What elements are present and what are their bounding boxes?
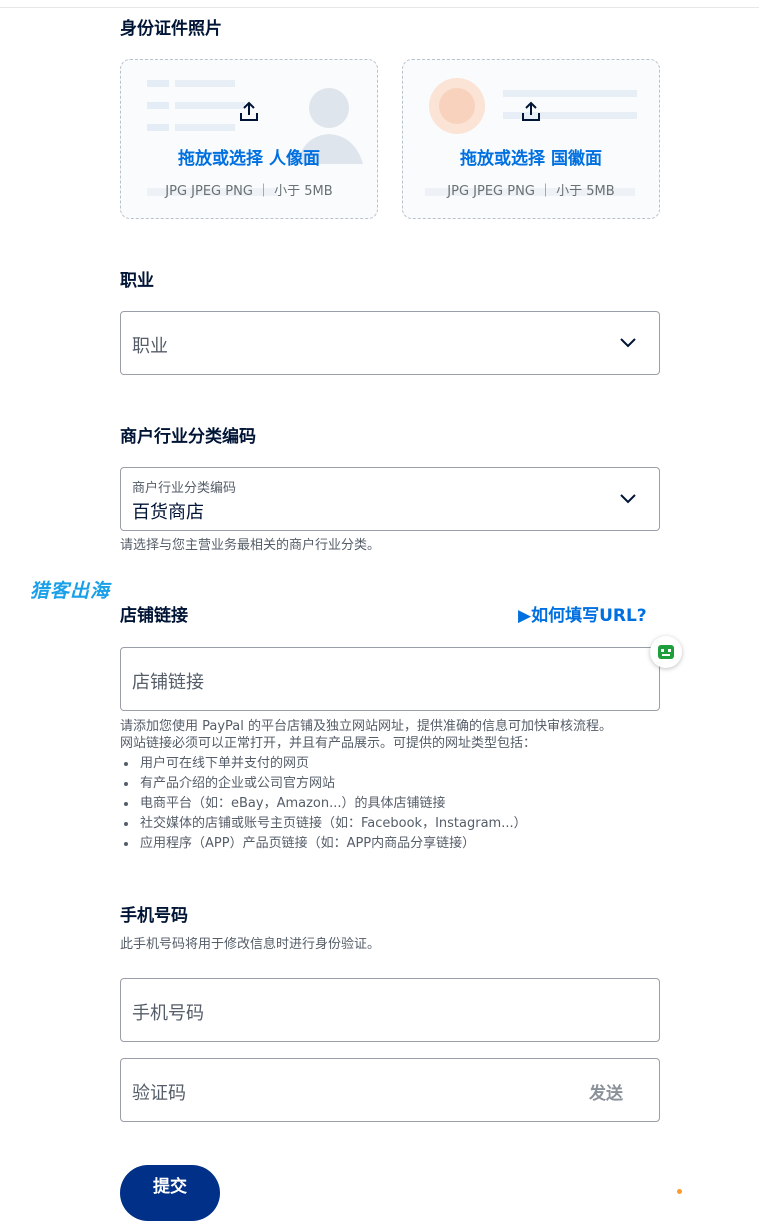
store-helper-line2: 网站链接必须可以正常打开，并且有产品展示。可提供的网址类型包括：	[120, 736, 537, 751]
send-code-button[interactable]: 发送	[589, 1079, 623, 1104]
upload-back-label: 拖放或选择 国徽面	[460, 149, 602, 169]
occupation-title: 职业	[120, 271, 154, 291]
upload-icon	[522, 101, 540, 121]
store-link-input[interactable]: 店铺链接	[120, 647, 660, 711]
decorative-dot	[677, 1189, 682, 1194]
occupation-placeholder: 职业	[132, 336, 168, 357]
verification-code-input[interactable]: 验证码 发送	[120, 1058, 660, 1122]
store-title: 店铺链接	[120, 606, 188, 626]
upload-icon	[240, 101, 258, 121]
chevron-down-icon	[620, 494, 636, 504]
top-divider	[0, 0, 759, 8]
mcc-float-label: 商户行业分类编码	[132, 481, 237, 496]
phone-helper-text: 此手机号码将用于修改信息时进行身份验证。	[120, 937, 381, 952]
phone-title: 手机号码	[120, 906, 188, 926]
store-url-types-list: 用户可在线下单并支付的网页 有产品介绍的企业或公司官方网站 电商平台（如：eBa…	[122, 754, 527, 854]
how-to-fill-url-link[interactable]: ▶如何填写URL?	[518, 601, 647, 626]
verification-code-placeholder: 验证码	[132, 1083, 186, 1104]
upload-front-label: 拖放或选择 人像面	[178, 149, 320, 169]
submit-button[interactable]: 提交	[120, 1165, 220, 1221]
store-link-placeholder: 店铺链接	[132, 672, 204, 693]
upload-front-hint: JPG JPEG PNG ｜ 小于 5MB	[165, 184, 333, 199]
phone-placeholder: 手机号码	[132, 1003, 204, 1024]
store-helper-line1: 请添加您使用 PayPal 的平台店铺及独立网站网址，提供准确的信息可加快审核流…	[120, 719, 613, 734]
robot-icon	[658, 645, 674, 659]
occupation-select[interactable]: 职业	[120, 311, 660, 375]
list-item: 电商平台（如：eBay，Amazon...）的具体店铺链接	[122, 794, 527, 814]
mcc-title: 商户行业分类编码	[120, 427, 256, 447]
list-item: 应用程序（APP）产品页链接（如：APP内商品分享链接）	[122, 834, 527, 854]
watermark-logo: 猎客出海	[30, 580, 111, 602]
upload-front-dropzone[interactable]: 拖放或选择 人像面 JPG JPEG PNG ｜ 小于 5MB	[120, 59, 378, 219]
upload-back-dropzone[interactable]: 拖放或选择 国徽面 JPG JPEG PNG ｜ 小于 5MB	[402, 59, 660, 219]
chat-assistant-button[interactable]	[650, 636, 682, 668]
list-item: 有产品介绍的企业或公司官方网站	[122, 774, 527, 794]
phone-input[interactable]: 手机号码	[120, 978, 660, 1042]
mcc-selected-value: 百货商店	[132, 502, 204, 523]
id-photo-title: 身份证件照片	[120, 19, 222, 39]
mcc-helper-text: 请选择与您主营业务最相关的商户行业分类。	[120, 538, 381, 553]
chevron-down-icon	[620, 338, 636, 348]
mcc-select[interactable]: 商户行业分类编码 百货商店	[120, 467, 660, 531]
list-item: 社交媒体的店铺或账号主页链接（如：Facebook，Instagram...）	[122, 814, 527, 834]
list-item: 用户可在线下单并支付的网页	[122, 754, 527, 774]
upload-back-hint: JPG JPEG PNG ｜ 小于 5MB	[447, 184, 615, 199]
